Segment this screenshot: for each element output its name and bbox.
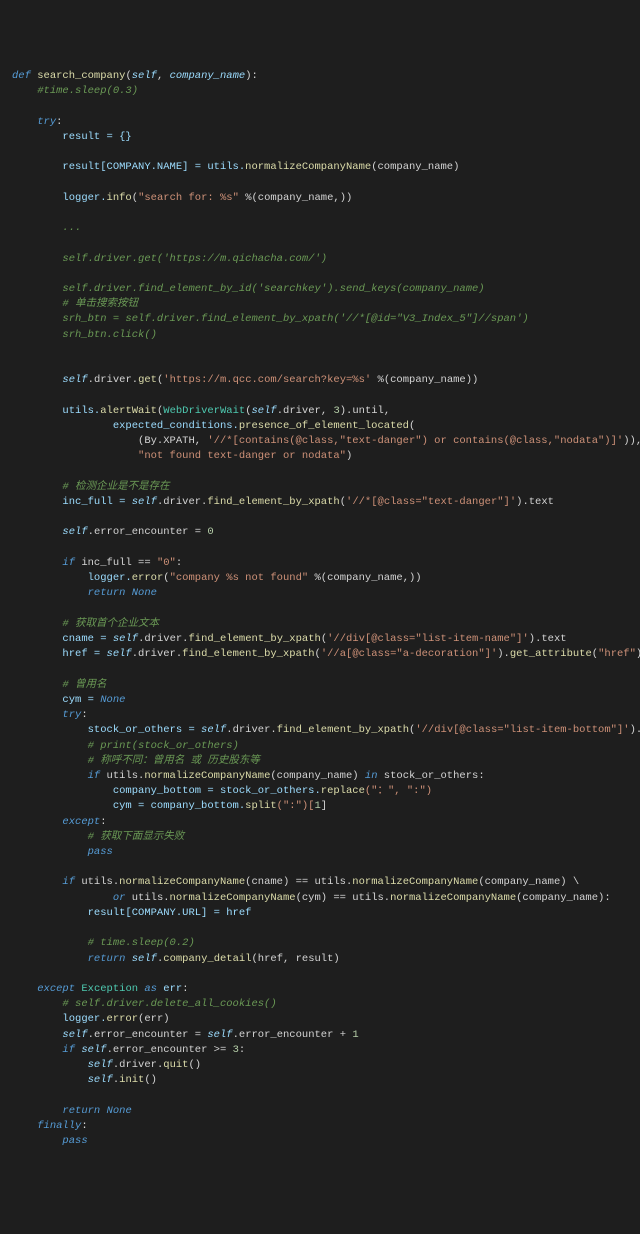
stmt: return self.company_detail(href, result)	[88, 953, 340, 965]
stmt: except Exception as err:	[37, 983, 188, 995]
stmt: or utils.normalizeCompanyName(cym) == ut…	[113, 892, 611, 904]
kw-def: def	[12, 70, 31, 82]
comment: ...	[62, 222, 81, 234]
stmt: logger.error("company %s not found" %(co…	[88, 572, 422, 584]
stmt: self.error_encounter = self.error_encoun…	[62, 1029, 358, 1041]
stmt: if utils.normalizeCompanyName(company_na…	[88, 770, 485, 782]
param-self: self	[132, 70, 157, 82]
param-company-name: company_name	[170, 70, 246, 82]
comment: # 曾用名	[62, 679, 106, 691]
kw-except: except	[62, 816, 100, 828]
stmt: logger.error(err)	[62, 1013, 169, 1025]
stmt: inc_full = self.driver.find_element_by_x…	[62, 496, 554, 508]
kw-try: try	[37, 116, 56, 128]
kw-pass: pass	[88, 846, 113, 858]
stmt: (By.XPATH, '//*[contains(@class,"text-da…	[138, 435, 640, 447]
stmt: result = {}	[62, 131, 131, 143]
stmt: result[COMPANY.URL] = href	[88, 907, 252, 919]
stmt: return None	[88, 587, 157, 599]
stmt: cym = company_bottom.split(":")[1]	[113, 800, 327, 812]
kw-pass: pass	[62, 1135, 87, 1147]
stmt: self.driver.quit()	[88, 1059, 201, 1071]
stmt: href = self.driver.find_element_by_xpath…	[62, 648, 640, 660]
comment: # print(stock_or_others)	[88, 740, 239, 752]
stmt: logger.info("search for: %s" %(company_n…	[62, 192, 352, 204]
kw-try: try	[62, 709, 81, 721]
comment: self.driver.get('https://m.qichacha.com/…	[62, 253, 327, 265]
stmt: cname = self.driver.find_element_by_xpat…	[62, 633, 566, 645]
stmt: result[COMPANY.NAME] = utils.normalizeCo…	[62, 161, 459, 173]
comment: # time.sleep(0.2)	[88, 937, 195, 949]
stmt: if self.error_encounter >= 3:	[62, 1044, 245, 1056]
comment: #time.sleep(0.3)	[37, 85, 138, 97]
comment: # 获取首个企业文本	[62, 618, 159, 630]
stmt: stock_or_others = self.driver.find_eleme…	[88, 724, 640, 736]
comment: # 称呼不同：曾用名 或 历史股东等	[88, 755, 260, 767]
stmt: cym = None	[62, 694, 125, 706]
stmt: self.driver.get('https://m.qcc.com/searc…	[62, 374, 478, 386]
code-block: def search_company(self, company_name): …	[12, 69, 628, 1150]
stmt: if inc_full == "0":	[62, 557, 182, 569]
comment: srh_btn.click()	[62, 329, 157, 341]
comment: # 单击搜索按钮	[62, 298, 138, 310]
comment: self.driver.find_element_by_id('searchke…	[62, 283, 484, 295]
comment: # 检测企业是不是存在	[62, 481, 169, 493]
fn-name: search_company	[37, 70, 125, 82]
stmt: return None	[62, 1105, 131, 1117]
stmt: utils.alertWait(WebDriverWait(self.drive…	[62, 405, 390, 417]
stmt: expected_conditions.presence_of_element_…	[113, 420, 415, 432]
stmt: self.error_encounter = 0	[62, 526, 213, 538]
stmt: if utils.normalizeCompanyName(cname) == …	[62, 876, 579, 888]
comment: srh_btn = self.driver.find_element_by_xp…	[62, 313, 528, 325]
stmt: self.init()	[88, 1074, 157, 1086]
stmt: company_bottom = stock_or_others.replace…	[113, 785, 432, 797]
comment: # self.driver.delete_all_cookies()	[62, 998, 276, 1010]
kw-finally: finally	[37, 1120, 81, 1132]
str: "not found text-danger or nodata"	[138, 450, 346, 462]
